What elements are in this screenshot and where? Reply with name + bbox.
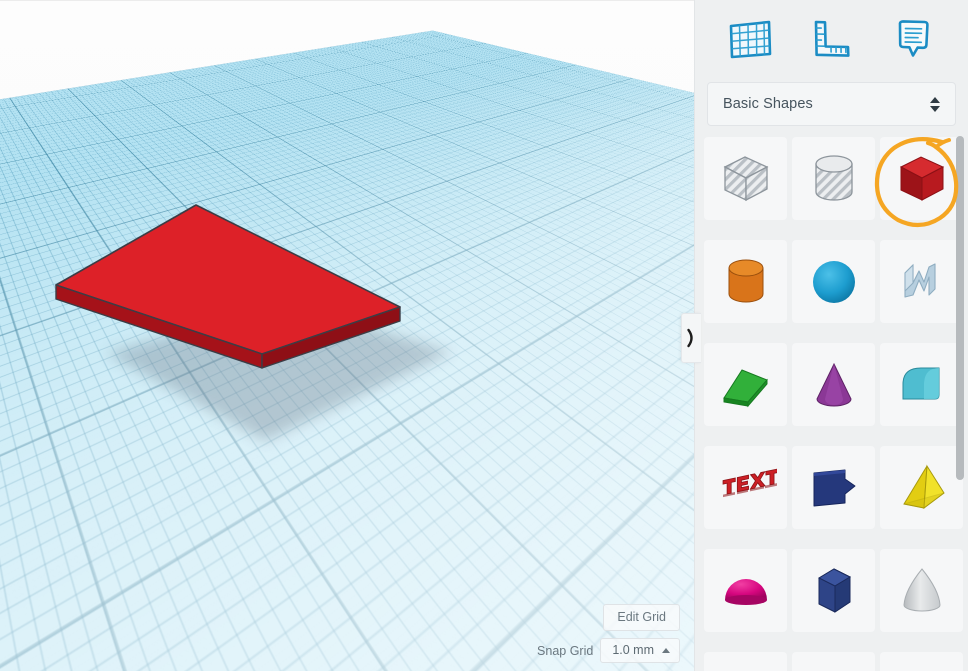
shape-tile-paraboloid[interactable] [880, 549, 963, 632]
updown-chevrons-icon [930, 96, 940, 112]
solid-sphere-icon [812, 260, 855, 303]
shape-tile-half-sphere[interactable] [704, 549, 787, 632]
polygon-arrow-icon [813, 469, 855, 506]
shape-tile-cylinder-hole[interactable] [792, 137, 875, 220]
panel-toolbar [695, 0, 968, 78]
workplane-tool[interactable] [722, 11, 778, 67]
tinkercad-editor: Edit Grid Snap Grid 1.0 mm Basic Shapes [0, 0, 968, 671]
snap-grid-row: Snap Grid 1.0 mm [537, 638, 680, 663]
cone-icon [815, 362, 852, 406]
round-roof-icon [902, 367, 939, 399]
shape-tile-cone[interactable] [792, 343, 875, 426]
shape-category-label: Basic Shapes [723, 96, 813, 112]
shape-category-select[interactable]: Basic Shapes [707, 82, 956, 126]
grid-controls: Edit Grid Snap Grid 1.0 mm [537, 604, 680, 663]
3d-design-canvas[interactable]: Edit Grid Snap Grid 1.0 mm [0, 0, 694, 671]
note-tool[interactable] [885, 11, 941, 67]
shape-tile-wedge[interactable] [704, 343, 787, 426]
shape-tile-hexagon-prism[interactable] [792, 549, 875, 632]
wedge-icon [722, 368, 768, 407]
pyramid-icon [902, 463, 945, 509]
perspective-stage [0, 0, 694, 671]
ruler-tool[interactable] [803, 11, 859, 67]
shape-tile-cylinder[interactable] [704, 240, 787, 323]
workplane-grid[interactable] [0, 0, 694, 559]
note-bubble-icon [898, 20, 929, 57]
shape-tile-sphere[interactable] [792, 240, 875, 323]
chevron-right-icon [687, 328, 693, 348]
shape-tile-box-hole[interactable] [704, 137, 787, 220]
hexagon-prism-icon [817, 567, 851, 613]
solid-box-icon [899, 155, 944, 201]
shape-tile-polygon-arrow[interactable] [792, 446, 875, 529]
edit-grid-button[interactable]: Edit Grid [603, 604, 680, 631]
shape-tile-placeholder-17[interactable] [792, 652, 875, 671]
shape-grid [695, 131, 968, 671]
shape-tile-box[interactable] [880, 137, 963, 220]
viewport-top-divider [0, 0, 694, 1]
snap-grid-value: 1.0 mm [612, 643, 654, 657]
half-sphere-icon [724, 578, 767, 605]
shape-tile-half-cylinder[interactable] [880, 343, 963, 426]
hole-box-icon [723, 155, 768, 201]
shape-tile-text[interactable] [704, 446, 787, 529]
shape-tile-pyramid[interactable] [880, 446, 963, 529]
shape-tile-scribble[interactable] [880, 240, 963, 323]
snap-grid-label: Snap Grid [537, 643, 594, 658]
snap-grid-select[interactable]: 1.0 mm [600, 638, 680, 663]
paraboloid-icon [902, 567, 941, 611]
ruler-icon [815, 20, 851, 57]
panel-scrollbar-track[interactable] [956, 134, 964, 664]
hole-cylinder-icon [814, 154, 853, 201]
workplane-grid-icon [729, 20, 772, 59]
shape-grid-scroll-area[interactable] [695, 131, 968, 671]
text-3d-icon [722, 467, 777, 497]
shape-tile-placeholder-16[interactable] [704, 652, 787, 671]
scribble-icon [903, 262, 936, 298]
shape-tile-placeholder-18[interactable] [880, 652, 963, 671]
caret-up-icon [662, 648, 670, 653]
solid-cylinder-icon [728, 259, 763, 302]
panel-scrollbar-thumb[interactable] [956, 136, 964, 480]
shape-panel: Basic Shapes [694, 0, 968, 671]
panel-collapse-handle[interactable] [681, 313, 701, 363]
